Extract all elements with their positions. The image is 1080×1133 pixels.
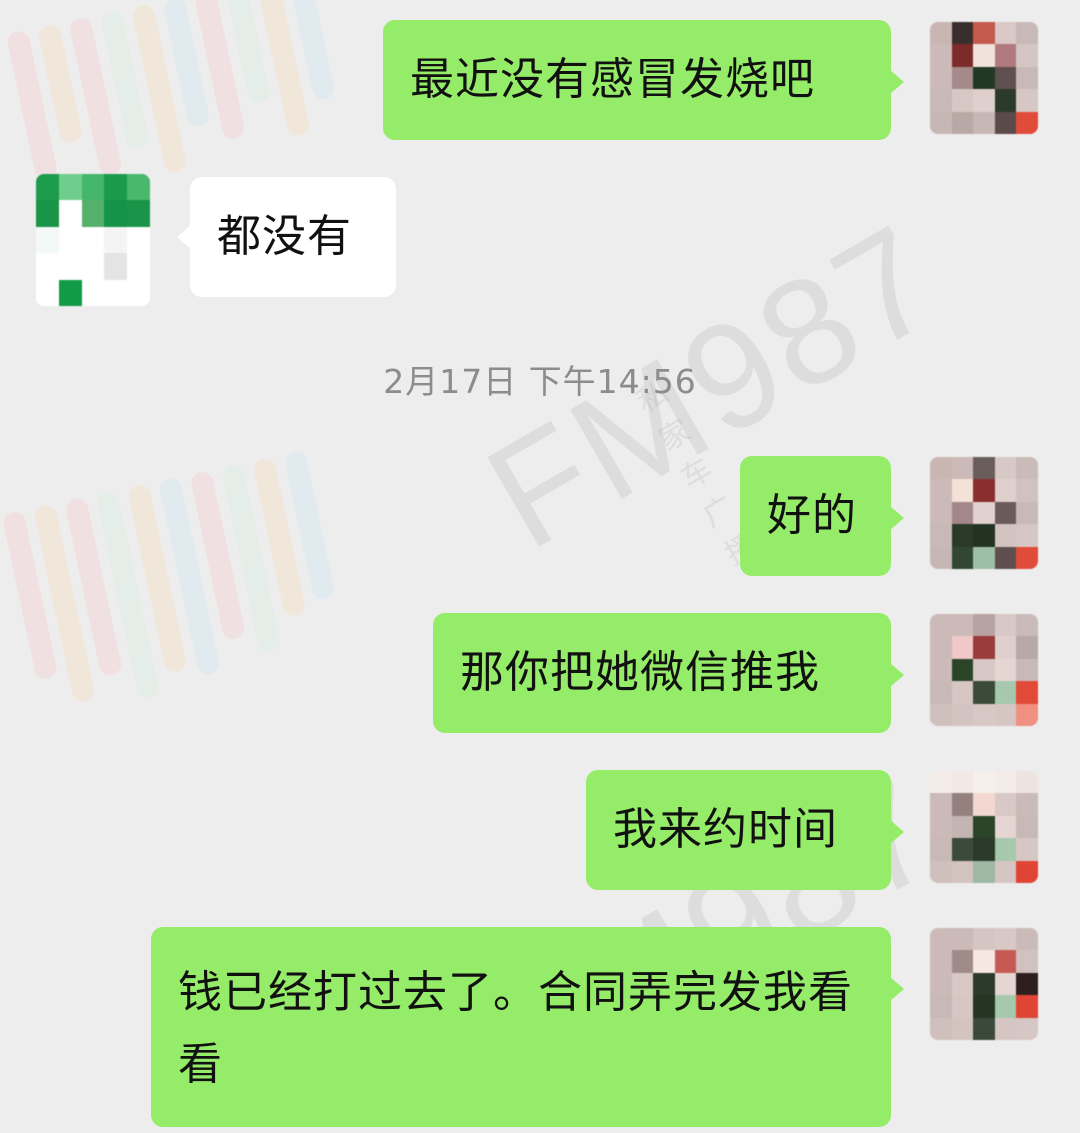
message-text: 那你把她微信推我 xyxy=(460,647,820,698)
message-text: 都没有 xyxy=(217,211,352,262)
avatar-self-mosaic[interactable] xyxy=(930,614,1038,726)
avatar-self-mosaic[interactable] xyxy=(930,457,1038,569)
message-bubble[interactable]: 好的 xyxy=(740,456,904,576)
watermark-stripes-icon xyxy=(5,0,345,200)
message-bubble[interactable]: 钱已经打过去了。合同弄完发我看看 xyxy=(151,927,904,1127)
timestamp-divider: 2月17日 下午14:56 xyxy=(383,362,697,401)
message-bubble[interactable]: 那你把她微信推我 xyxy=(433,613,904,733)
avatar-self-mosaic[interactable] xyxy=(930,771,1038,883)
avatar-self-mosaic[interactable] xyxy=(930,22,1038,134)
message-text: 好的 xyxy=(767,490,857,541)
message-bubble[interactable]: 最近没有感冒发烧吧 xyxy=(383,20,904,140)
message-bubble[interactable]: 都没有 xyxy=(177,177,396,297)
chat-window: FM987 私家车广播 FM987 私家车广播 最近没有感冒发烧吧 都没有 xyxy=(0,0,1080,1131)
message-text: 我来约时间 xyxy=(613,804,838,855)
message-text: 最近没有感冒发烧吧 xyxy=(410,54,815,105)
message-bubble[interactable]: 我来约时间 xyxy=(586,770,904,890)
avatar-self-mosaic[interactable] xyxy=(930,928,1038,1040)
avatar-contact-mosaic[interactable] xyxy=(36,174,150,306)
message-text: 钱已经打过去了。合同弄完发我看看 xyxy=(178,967,853,1090)
watermark-stripes-icon xyxy=(1,450,349,720)
